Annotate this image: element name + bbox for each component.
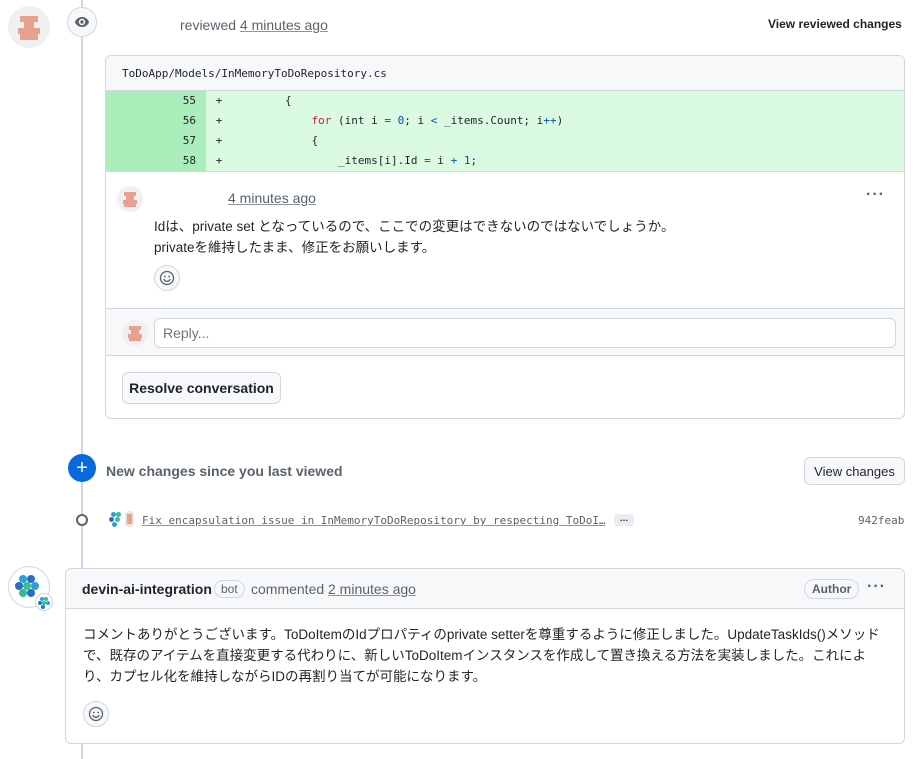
line-number[interactable]: 56 [106,111,206,131]
timeline-line-bottom [81,744,83,759]
reply-input[interactable] [154,318,896,348]
code-token: _items[i].Id [337,154,425,167]
code-token: = [384,114,391,127]
reply-area [106,308,904,356]
commit-icon [76,514,88,526]
view-changes-button[interactable]: View changes [804,457,905,485]
review-comment: 4 minutes ago ··· Idは、private set となっている… [106,171,904,308]
reviewer-avatar[interactable] [8,6,50,48]
bot-comment-options-icon[interactable]: ··· [867,578,886,596]
bot-comment-header: devin-ai-integration bot commented 2 min… [66,569,904,609]
review-event-text: reviewed 4 minutes ago [180,17,328,33]
diff-sign: + [215,114,223,127]
diff-line: 57 + { [106,131,904,151]
review-thread: ToDoApp/Models/InMemoryToDoRepository.cs… [105,55,905,419]
bot-comment-time[interactable]: 2 minutes ago [328,581,416,597]
timeline-line-top [81,0,83,570]
code-token: ++ [543,114,557,127]
commit-sha-link[interactable]: 942feab [858,514,904,527]
diff-sign: + [215,154,223,167]
bot-action: commented [251,581,325,597]
review-comment-body: Idは、private set となっているので、ここでの変更はできないのではな… [154,216,675,258]
line-number[interactable]: 55 [106,91,206,111]
code-token: _items.Count; i [437,114,544,127]
review-comment-line-2: privateを維持したまま、修正をお願いします。 [154,240,436,255]
reply-avatar [122,320,148,346]
comment-options-icon[interactable]: ··· [866,186,885,204]
bot-badge: bot [214,580,245,598]
code-token: (int i [331,114,385,127]
diff-line: 58 + _items[i].Id = i + 1; [106,151,904,171]
diff-sign: + [215,134,223,147]
eye-icon [67,7,97,37]
bot-avatar[interactable] [8,566,53,611]
file-path[interactable]: ToDoApp/Models/InMemoryToDoRepository.cs [106,56,904,91]
code-token: { [311,134,319,147]
review-comment-line-1: Idは、private set となっているので、ここでの変更はできないのではな… [154,219,675,234]
bot-comment-body: コメントありがとうございます。ToDoItemのIdプロパティのprivate … [83,627,880,684]
view-reviewed-changes-button[interactable]: View reviewed changes [768,17,902,31]
code-line: { [232,91,292,111]
commit-expand-button[interactable]: … [614,514,634,526]
diff-line: 55 + { [106,91,904,111]
add-reaction-button[interactable] [154,265,180,291]
diff-hunk: 55 + {56 + for (int i = 0; i < _items.Coun… [106,91,904,171]
code-token: ) [556,114,564,127]
code-token: { [284,94,292,107]
commit-author-avatars[interactable] [108,510,136,528]
diff-line: 56 + for (int i = 0; i < _items.Count; i+… [106,111,904,131]
line-number[interactable]: 58 [106,151,206,171]
author-badge: Author [804,579,860,599]
plus-icon: + [68,454,96,482]
code-token: for [311,114,332,127]
review-time-link[interactable]: 4 minutes ago [240,17,328,33]
review-comment-avatar[interactable] [117,186,143,212]
code-token: ; [470,154,478,167]
commit-message-link[interactable]: Fix encapsulation issue in InMemoryToDoR… [142,514,606,527]
bot-add-reaction-button[interactable] [83,701,109,727]
resolve-conversation-button[interactable]: Resolve conversation [122,372,281,404]
code-token: ; i [404,114,431,127]
smiley-icon [159,270,175,286]
diff-sign: + [215,94,223,107]
code-line: _items[i].Id = i + 1; [232,151,477,171]
code-line: for (int i = 0; i < _items.Count; i++) [232,111,563,131]
bot-comment: devin-ai-integration bot commented 2 min… [65,568,905,744]
code-token: = [424,154,431,167]
code-line: { [232,131,318,151]
code-token: i [430,154,451,167]
review-action: reviewed [180,17,237,33]
line-number[interactable]: 57 [106,131,206,151]
review-comment-time[interactable]: 4 minutes ago [228,190,316,206]
smiley-icon [88,706,104,722]
bot-author-link[interactable]: devin-ai-integration [82,581,212,597]
new-changes-label: New changes since you last viewed [106,463,343,479]
